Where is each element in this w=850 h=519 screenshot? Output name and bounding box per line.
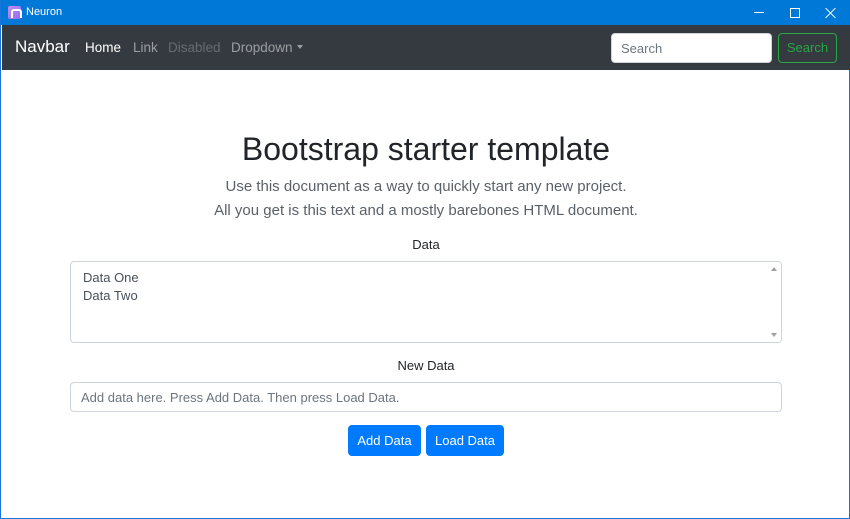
scroll-down-arrow-icon[interactable] [771,333,777,337]
nav-link-home[interactable]: Home [85,40,121,56]
nav-dropdown-toggle[interactable]: Dropdown [231,40,303,56]
search-button[interactable]: Search [778,33,837,63]
close-icon [825,7,837,19]
load-data-button[interactable]: Load Data [426,425,504,456]
data-list-box[interactable]: Data One Data Two [70,261,782,343]
app-window: Neuron Navbar Home Link Disabled Dropdow… [0,0,850,519]
lead-text-line-1: Use this document as a way to quickly st… [225,178,627,195]
title-bar[interactable]: Neuron [1,0,850,25]
nav-link-link[interactable]: Link [133,40,158,56]
data-list-item: Data One [83,270,139,285]
data-list: Data One Data Two [83,269,139,305]
navbar: Navbar Home Link Disabled Dropdown Searc… [2,25,850,70]
maximize-icon [790,7,800,18]
maximize-button[interactable] [777,0,813,25]
window-title: Neuron [26,6,63,18]
data-list-item: Data Two [83,288,138,303]
add-data-button[interactable]: Add Data [348,425,421,456]
new-data-input[interactable] [70,382,782,412]
nav-link-disabled: Disabled [168,40,221,55]
page-title: Bootstrap starter template [241,131,611,167]
nav-dropdown-label: Dropdown [231,40,293,55]
data-label: Data [412,237,440,252]
close-button[interactable] [813,0,849,25]
minimize-icon [754,12,764,13]
navbar-brand[interactable]: Navbar [15,37,70,57]
search-input[interactable] [611,33,772,63]
neuron-app-icon [8,6,22,19]
data-list-scrollbar[interactable] [767,262,781,342]
new-data-label: New Data [397,358,455,373]
minimize-button[interactable] [741,0,777,25]
scroll-up-arrow-icon[interactable] [771,267,777,271]
caret-down-icon [296,45,303,49]
lead-text-line-2: All you get is this text and a mostly ba… [214,202,638,219]
